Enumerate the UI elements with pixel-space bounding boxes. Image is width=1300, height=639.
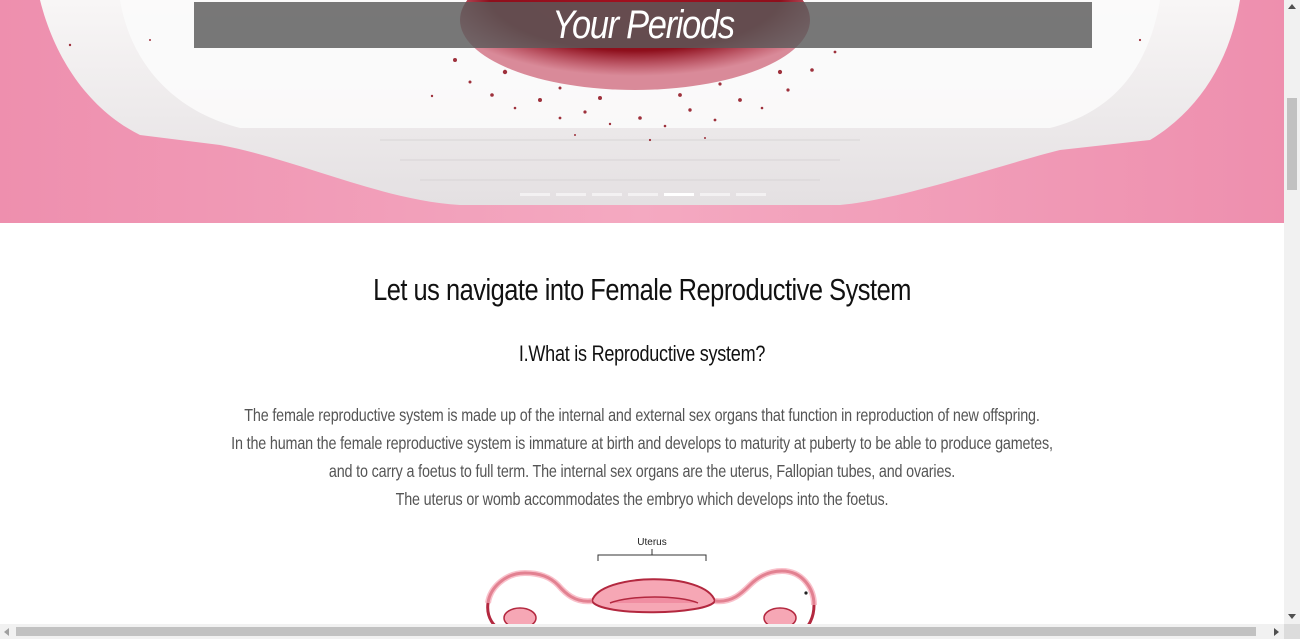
scrollbar-corner [1284, 624, 1300, 639]
carousel-indicator[interactable] [556, 193, 586, 196]
horizontal-scrollbar[interactable] [0, 624, 1284, 639]
hero-carousel[interactable]: Your Periods [0, 0, 1284, 223]
paragraph-line: In the human the female reproductive sys… [231, 433, 1053, 453]
carousel-indicator[interactable] [700, 193, 730, 196]
carousel-indicator[interactable] [592, 193, 622, 196]
scroll-down-arrow-icon[interactable] [1288, 614, 1296, 619]
scroll-up-arrow-icon[interactable] [1288, 4, 1296, 9]
carousel-indicator[interactable] [736, 193, 766, 196]
page: Your Periods Let us navigate into Female… [0, 0, 1284, 624]
carousel-indicator[interactable] [628, 193, 658, 196]
page-heading: Let us navigate into Female Reproductive… [373, 272, 911, 307]
carousel-caption-bar: Your Periods [194, 2, 1092, 48]
reproductive-system-diagram: Uterus [485, 537, 817, 624]
scroll-right-arrow-icon[interactable] [1274, 628, 1279, 636]
carousel-indicator[interactable] [520, 193, 550, 196]
carousel-indicators [520, 193, 766, 198]
paragraph-line: The female reproductive system is made u… [244, 405, 1040, 425]
vertical-scrollbar[interactable] [1284, 0, 1300, 624]
vertical-scroll-thumb[interactable] [1287, 98, 1297, 190]
section-title: I.What is Reproductive system? [518, 341, 766, 366]
scroll-left-arrow-icon[interactable] [4, 628, 9, 636]
horizontal-scroll-thumb[interactable] [16, 627, 1256, 636]
carousel-caption: Your Periods [552, 3, 735, 47]
paragraph-line: and to carry a foetus to full term. The … [328, 461, 956, 481]
carousel-indicator-active[interactable] [664, 193, 694, 196]
paragraph-line: The uterus or womb accommodates the embr… [395, 489, 889, 509]
diagram-label-uterus: Uterus [637, 537, 666, 548]
intro-paragraph: The female reproductive system is made u… [116, 401, 1169, 513]
